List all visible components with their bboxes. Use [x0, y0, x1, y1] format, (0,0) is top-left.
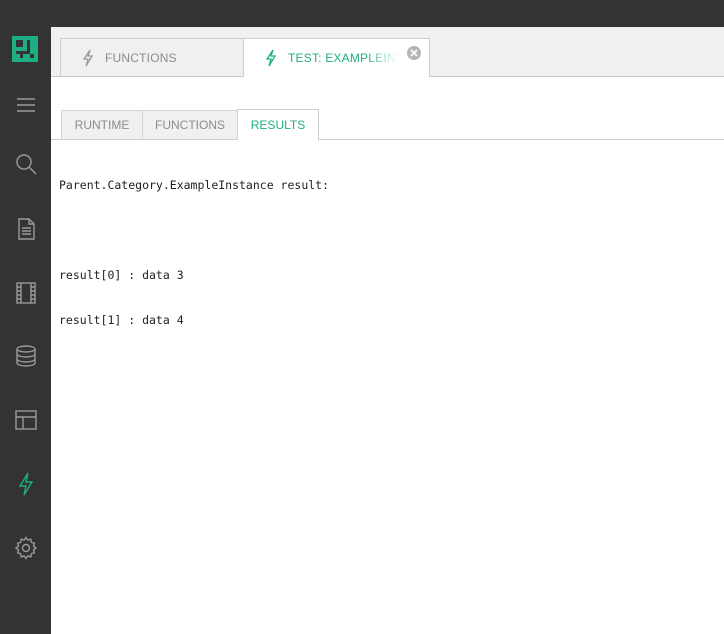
film-icon[interactable] [13, 280, 39, 306]
tab-test-exampleinstance[interactable]: TEST: EXAMPLEINSTANCE [243, 38, 430, 77]
layout-icon[interactable] [13, 407, 39, 433]
tab-bar: FUNCTIONS TEST: EXAMPLEINSTANCE [51, 27, 724, 77]
subtab-runtime[interactable]: RUNTIME [61, 110, 143, 139]
lightning-icon[interactable] [13, 471, 39, 497]
search-icon[interactable] [13, 151, 39, 177]
sidebar [0, 0, 50, 634]
lightning-icon [264, 49, 278, 67]
tab-label: FUNCTIONS [105, 50, 177, 65]
result-header: Parent.Category.ExampleInstance result: [59, 178, 330, 192]
document-icon[interactable] [13, 216, 39, 242]
subtab-results[interactable]: RESULTS [237, 109, 319, 140]
sub-tab-bar: RUNTIME FUNCTIONS RESULTS [51, 109, 724, 140]
result-line: result[1] : data 4 [59, 313, 184, 327]
main-panel: FUNCTIONS TEST: EXAMPLEINSTANCE RUNTIME … [51, 27, 724, 634]
tab-label: TEST: EXAMPLEINSTANCE [288, 51, 398, 65]
menu-icon[interactable] [13, 92, 39, 118]
lightning-icon [81, 49, 95, 67]
results-output: Parent.Category.ExampleInstance result: … [59, 148, 716, 358]
close-icon[interactable] [407, 46, 421, 60]
app-logo[interactable] [12, 36, 38, 62]
gear-icon[interactable] [13, 535, 39, 561]
database-icon[interactable] [13, 343, 39, 369]
result-line: result[0] : data 3 [59, 268, 184, 282]
tab-functions[interactable]: FUNCTIONS [60, 38, 244, 76]
subtab-functions[interactable]: FUNCTIONS [142, 110, 238, 139]
